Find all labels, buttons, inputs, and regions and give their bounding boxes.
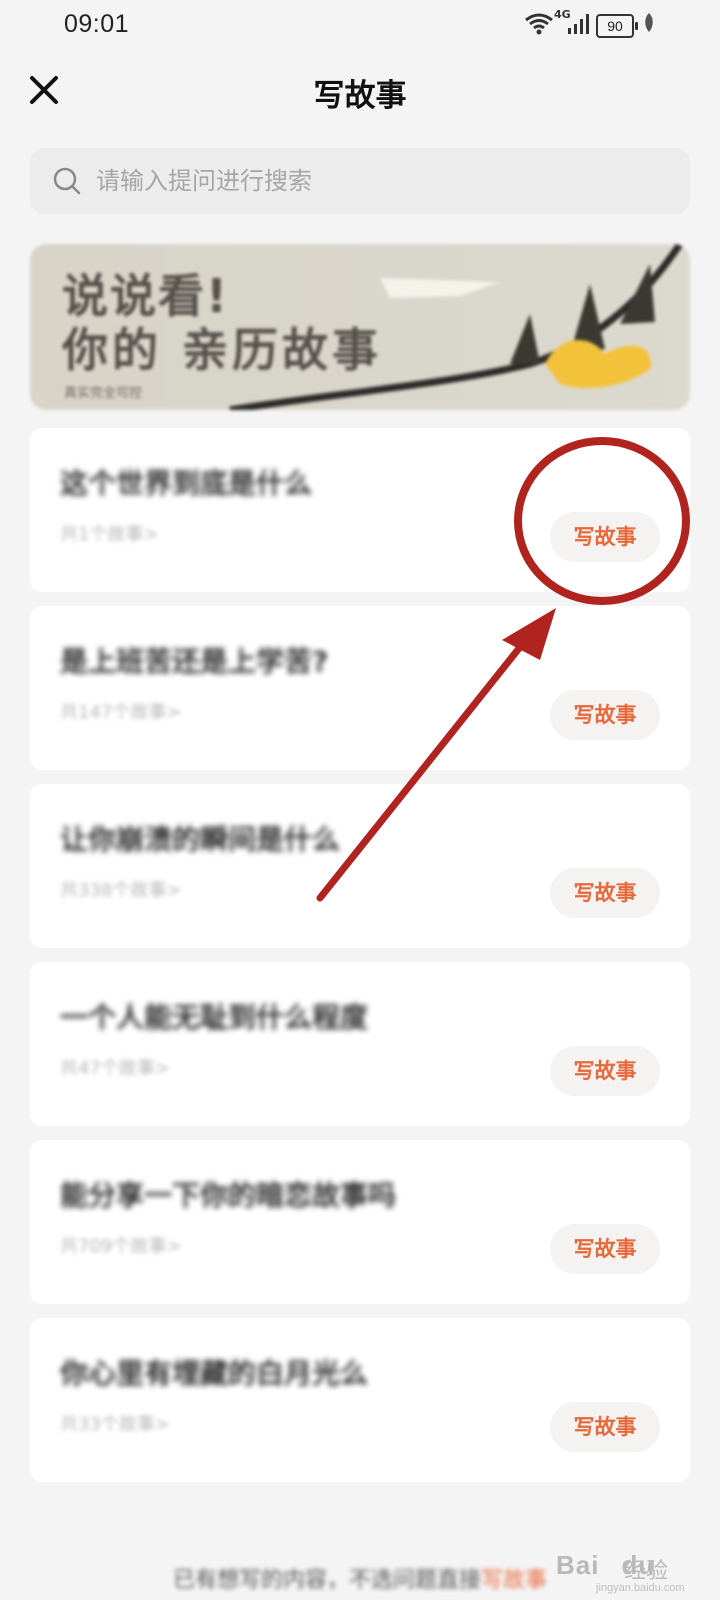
watermark-suffix: 经验 <box>624 1559 669 1584</box>
search-input[interactable] <box>96 148 656 214</box>
write-story-button[interactable]: 写故事 <box>550 1046 660 1096</box>
write-story-button[interactable]: 写故事 <box>550 512 660 562</box>
write-story-button[interactable]: 写故事 <box>550 1402 660 1452</box>
write-story-button[interactable]: 写故事 <box>550 868 660 918</box>
status-time: 09:01 <box>64 10 130 38</box>
story-count[interactable]: 共47个故事> <box>60 1054 170 1080</box>
list-item[interactable]: 让你崩溃的瞬间是什么 共338个故事> 写故事 <box>30 784 690 948</box>
status-icons: 4G 90 <box>524 8 664 40</box>
list-item[interactable]: 是上班苦还是上学苦? 共147个故事> 写故事 <box>30 606 690 770</box>
footer-write-link[interactable]: 写故事 <box>481 1568 547 1593</box>
search-bar[interactable] <box>30 148 690 214</box>
question-title: 是上班苦还是上学苦? <box>60 645 329 678</box>
watermark-domain: jingyan.baidu.com <box>596 1582 685 1594</box>
list-item[interactable]: 能分享一下你的暗恋故事吗 共709个故事> 写故事 <box>30 1140 690 1304</box>
question-title: 你心里有埋藏的白月光么 <box>60 1357 369 1390</box>
footer-text: 已有想写的内容，不选问题直接 <box>172 1568 481 1593</box>
status-bar: 09:01 4G 90 <box>0 0 720 52</box>
list-item[interactable]: 你心里有埋藏的白月光么 共33个故事> 写故事 <box>30 1318 690 1482</box>
question-title: 让你崩溃的瞬间是什么 <box>60 823 341 856</box>
leaf-icon <box>645 13 653 32</box>
list-item[interactable]: 一个人能无耻到什么程度 共47个故事> 写故事 <box>30 962 690 1126</box>
battery-icon: 90 <box>596 14 638 38</box>
write-story-button[interactable]: 写故事 <box>550 690 660 740</box>
list-item[interactable]: 这个世界到底是什么 共1个故事> 写故事 <box>30 428 690 592</box>
write-story-button[interactable]: 写故事 <box>550 1224 660 1274</box>
ink-brush-illustration <box>229 244 683 410</box>
story-count[interactable]: 共147个故事> <box>60 698 181 724</box>
header: 写故事 <box>0 52 720 132</box>
question-title: 能分享一下你的暗恋故事吗 <box>60 1179 397 1212</box>
story-count[interactable]: 共33个故事> <box>60 1410 170 1436</box>
question-title: 一个人能无耻到什么程度 <box>60 1001 369 1034</box>
page-title: 写故事 <box>313 78 407 114</box>
story-count[interactable]: 共338个故事> <box>60 876 181 902</box>
signal-icon <box>568 14 589 34</box>
search-icon <box>53 167 81 195</box>
promo-banner[interactable]: 说说看! 你的 亲历故事 真实完全可控 <box>30 244 690 410</box>
story-count[interactable]: 共1个故事> <box>60 520 159 546</box>
question-title: 这个世界到底是什么 <box>60 467 313 500</box>
story-count[interactable]: 共709个故事> <box>60 1232 181 1258</box>
wifi-icon <box>525 13 553 35</box>
